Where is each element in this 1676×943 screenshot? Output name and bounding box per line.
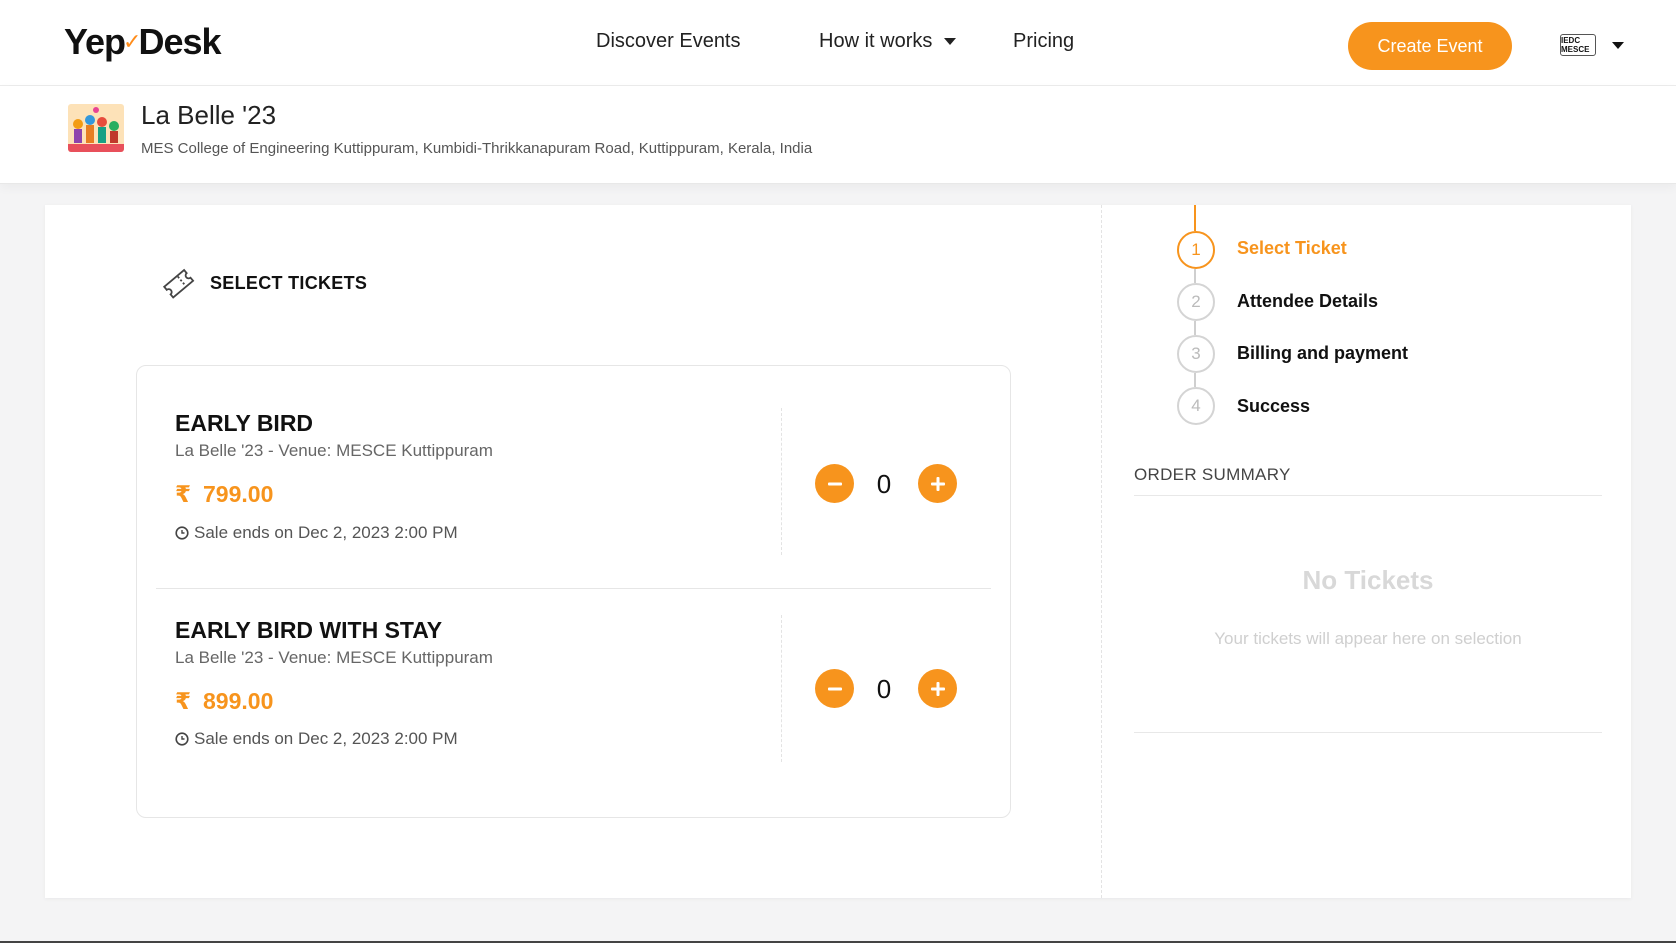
- select-tickets-heading: SELECT TICKETS: [160, 265, 367, 301]
- column-divider: [1101, 205, 1102, 898]
- nav-pricing[interactable]: Pricing: [1013, 30, 1074, 53]
- plus-icon: [930, 681, 945, 696]
- ticket-price: ₹799.00: [175, 481, 273, 508]
- profile-menu[interactable]: IEDC MESCE: [1560, 34, 1624, 56]
- ticket-item: EARLY BIRD WITH STAY La Belle '23 - Venu…: [137, 573, 1010, 778]
- ticket-sale-ends: Sale ends on Dec 2, 2023 2:00 PM: [175, 523, 458, 543]
- no-tickets-title: No Tickets: [1302, 565, 1434, 595]
- chevron-down-icon: [1612, 41, 1624, 49]
- ticket-divider: [781, 615, 782, 762]
- no-tickets-subtitle: Your tickets will appear here on selecti…: [1214, 629, 1522, 648]
- plus-icon: [930, 476, 945, 491]
- ticket-sale-ends: Sale ends on Dec 2, 2023 2:00 PM: [175, 729, 458, 749]
- section-title: SELECT TICKETS: [210, 272, 368, 293]
- quantity-value[interactable]: 0: [864, 674, 904, 705]
- step-4-label: Success: [1237, 396, 1311, 416]
- ticket-icon: [162, 268, 195, 299]
- ticket-price-value: 799.00: [203, 481, 274, 507]
- order-summary-heading: ORDER SUMMARY: [1134, 465, 1602, 496]
- decrease-quantity-button[interactable]: [815, 464, 854, 503]
- avatar: IEDC MESCE: [1560, 34, 1596, 56]
- sale-ends-text: Sale ends on Dec 2, 2023 2:00 PM: [194, 523, 458, 542]
- ticket-venue: La Belle '23 - Venue: MESCE Kuttippuram: [175, 648, 493, 667]
- step-2-label: Attendee Details: [1237, 291, 1379, 311]
- stepper-line: [1194, 269, 1196, 283]
- increase-quantity-button[interactable]: [918, 464, 957, 503]
- minus-icon: [827, 687, 842, 690]
- ticket-name: EARLY BIRD: [175, 410, 314, 436]
- ticket-item: EARLY BIRD La Belle '23 - Venue: MESCE K…: [137, 366, 1010, 571]
- ticket-venue: La Belle '23 - Venue: MESCE Kuttippuram: [175, 441, 493, 460]
- checkout-card: SELECT TICKETS EARLY BIRD La Belle '23 -…: [45, 205, 1631, 898]
- top-navbar: Yep ✓ Desk Discover Events How it works Pr…: [0, 0, 1676, 86]
- step-1-label: Select Ticket: [1237, 238, 1347, 258]
- nav-discover-events[interactable]: Discover Events: [596, 30, 741, 53]
- step-4-indicator: 4: [1177, 387, 1215, 425]
- nav-how-it-works[interactable]: How it works: [819, 30, 957, 53]
- event-header: La Belle '23 MES College of Engineering …: [0, 86, 1676, 184]
- event-address: MES College of Engineering Kuttippuram, …: [141, 140, 813, 157]
- quantity-value[interactable]: 0: [864, 469, 904, 500]
- create-event-button[interactable]: Create Event: [1348, 22, 1512, 70]
- logo-text-yep: Yep: [64, 21, 126, 62]
- ticket-name: EARLY BIRD WITH STAY: [175, 617, 443, 643]
- event-thumbnail: [68, 104, 124, 152]
- ticket-price-value: 899.00: [203, 688, 274, 714]
- step-3-label: Billing and payment: [1237, 343, 1409, 363]
- currency-symbol: ₹: [175, 481, 192, 507]
- summary-divider: [1134, 732, 1602, 733]
- logo-text-desk: Desk: [138, 21, 221, 62]
- event-title: La Belle '23: [141, 100, 277, 130]
- step-2-indicator: 2: [1177, 283, 1215, 321]
- stepper-line: [1194, 321, 1196, 335]
- chevron-down-icon: [944, 38, 957, 46]
- stepper-line: [1194, 373, 1196, 387]
- minus-icon: [827, 482, 842, 485]
- clock-icon: [175, 732, 189, 746]
- increase-quantity-button[interactable]: [918, 669, 957, 708]
- stepper-line: [1194, 205, 1196, 231]
- yepdesk-logo[interactable]: Yep ✓ Desk: [64, 20, 222, 64]
- step-1-indicator: 1: [1177, 231, 1215, 269]
- clock-icon: [175, 526, 189, 540]
- currency-symbol: ₹: [175, 688, 192, 714]
- tickets-list: EARLY BIRD La Belle '23 - Venue: MESCE K…: [136, 365, 1011, 818]
- step-3-indicator: 3: [1177, 335, 1215, 373]
- sale-ends-text: Sale ends on Dec 2, 2023 2:00 PM: [194, 729, 458, 748]
- ticket-divider: [781, 408, 782, 555]
- decrease-quantity-button[interactable]: [815, 669, 854, 708]
- nav-how-it-works-label: How it works: [819, 30, 933, 52]
- ticket-price: ₹899.00: [175, 688, 273, 715]
